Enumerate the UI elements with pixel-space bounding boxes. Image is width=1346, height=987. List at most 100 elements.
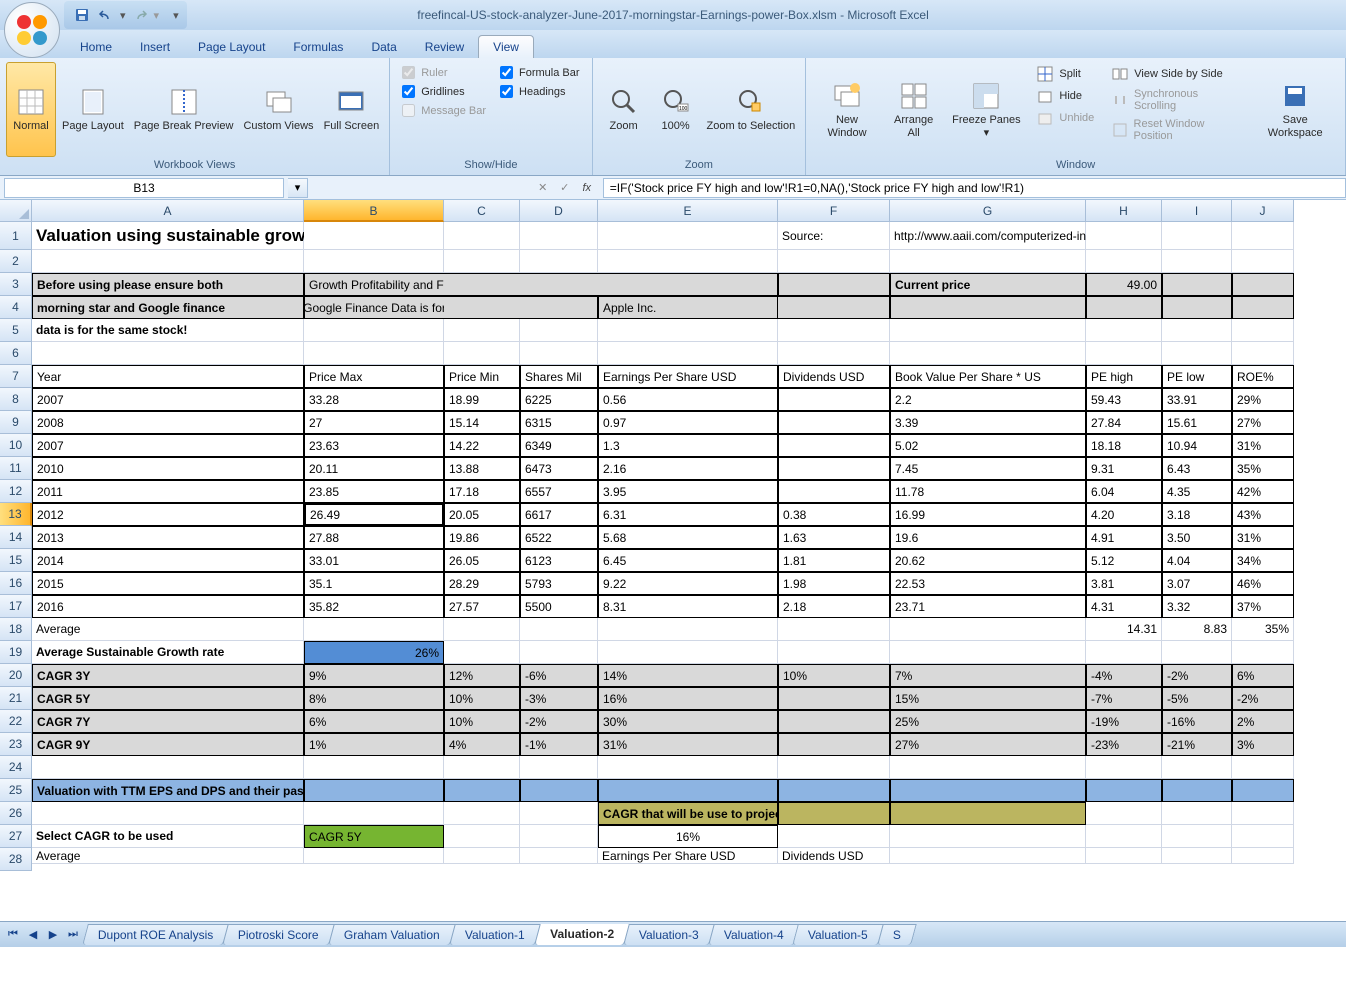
cell-J11[interactable]: 35% (1232, 457, 1294, 480)
cell-G7[interactable]: Book Value Per Share * US (890, 365, 1086, 388)
row-header-12[interactable]: 12 (0, 480, 32, 503)
zoom-button[interactable]: Zoom (599, 62, 649, 157)
cell-F13[interactable]: 0.38 (778, 503, 890, 526)
cell-A19[interactable]: Average Sustainable Growth rate (32, 641, 304, 664)
hide-button[interactable]: Hide (1031, 86, 1100, 106)
cell-A22[interactable]: CAGR 7Y (32, 710, 304, 733)
cell-A20[interactable]: CAGR 3Y (32, 664, 304, 687)
freeze-panes-button[interactable]: Freeze Panes ▾ (945, 62, 1027, 157)
cell-I7[interactable]: PE low (1162, 365, 1232, 388)
cell-E10[interactable]: 1.3 (598, 434, 778, 457)
cell-C6[interactable] (444, 342, 520, 365)
cell-D21[interactable]: -3% (520, 687, 598, 710)
cell-D26[interactable] (520, 802, 598, 825)
cell-A6[interactable] (32, 342, 304, 365)
cell-A4[interactable]: morning star and Google finance (32, 296, 304, 319)
cell-J16[interactable]: 46% (1232, 572, 1294, 595)
cell-B6[interactable] (304, 342, 444, 365)
page-break-button[interactable]: Page Break Preview (130, 62, 238, 157)
sheet-tab-s[interactable]: S (877, 924, 917, 945)
cell-A8[interactable]: 2007 (32, 388, 304, 411)
cell-D20[interactable]: -6% (520, 664, 598, 687)
cell-I3[interactable] (1162, 273, 1232, 296)
row-header-11[interactable]: 11 (0, 457, 32, 480)
cell-E12[interactable]: 3.95 (598, 480, 778, 503)
row-header-1[interactable]: 1 (0, 222, 32, 250)
cell-J8[interactable]: 29% (1232, 388, 1294, 411)
cell-H3[interactable]: 49.00 (1086, 273, 1162, 296)
cell-A17[interactable]: 2016 (32, 595, 304, 618)
cell-G25[interactable] (890, 779, 1086, 802)
cell-B21[interactable]: 8% (304, 687, 444, 710)
arrange-all-button[interactable]: Arrange All (884, 62, 944, 157)
cell-H11[interactable]: 9.31 (1086, 457, 1162, 480)
tab-view[interactable]: View (478, 35, 534, 58)
cell-C27[interactable] (444, 825, 520, 848)
cell-G16[interactable]: 22.53 (890, 572, 1086, 595)
sheet-tab-graham-valuation[interactable]: Graham Valuation (328, 924, 455, 945)
cell-J24[interactable] (1232, 756, 1294, 779)
cell-E9[interactable]: 0.97 (598, 411, 778, 434)
cell-B3[interactable]: Growth Profitability and Financial Ratio… (304, 273, 444, 296)
row-header-3[interactable]: 3 (0, 273, 32, 296)
sheet-tab-valuation-3[interactable]: Valuation-3 (623, 924, 714, 945)
cell-I9[interactable]: 15.61 (1162, 411, 1232, 434)
cell-E16[interactable]: 9.22 (598, 572, 778, 595)
cell-E15[interactable]: 6.45 (598, 549, 778, 572)
cell-B16[interactable]: 35.1 (304, 572, 444, 595)
cell-C1[interactable] (444, 222, 520, 250)
cell-B8[interactable]: 33.28 (304, 388, 444, 411)
col-header-E[interactable]: E (598, 200, 778, 222)
cell-J1[interactable] (1232, 222, 1294, 250)
undo-button[interactable] (96, 5, 116, 25)
cell-E13[interactable]: 6.31 (598, 503, 778, 526)
cell-J20[interactable]: 6% (1232, 664, 1294, 687)
cell-D8[interactable]: 6225 (520, 388, 598, 411)
cell-G22[interactable]: 25% (890, 710, 1086, 733)
gridlines-checkbox[interactable]: Gridlines (402, 85, 486, 98)
cell-J3[interactable] (1232, 273, 1294, 296)
cell-B18[interactable] (304, 618, 444, 641)
side-by-side-button[interactable]: View Side by Side (1106, 64, 1247, 84)
row-header-4[interactable]: 4 (0, 296, 32, 319)
cell-C19[interactable] (444, 641, 520, 664)
cell-C16[interactable]: 28.29 (444, 572, 520, 595)
cell-F10[interactable] (778, 434, 890, 457)
cell-D13[interactable]: 6617 (520, 503, 598, 526)
cell-G15[interactable]: 20.62 (890, 549, 1086, 572)
cell-J23[interactable]: 3% (1232, 733, 1294, 756)
cell-A18[interactable]: Average (32, 618, 304, 641)
row-header-24[interactable]: 24 (0, 756, 32, 779)
cell-C22[interactable]: 10% (444, 710, 520, 733)
tab-page-layout[interactable]: Page Layout (184, 36, 279, 58)
cell-H9[interactable]: 27.84 (1086, 411, 1162, 434)
cell-F7[interactable]: Dividends USD (778, 365, 890, 388)
sheet-nav-next[interactable]: ▶ (44, 926, 62, 944)
cell-H28[interactable] (1086, 848, 1162, 864)
cell-G17[interactable]: 23.71 (890, 595, 1086, 618)
cell-C2[interactable] (444, 250, 520, 273)
cell-E24[interactable] (598, 756, 778, 779)
cell-D19[interactable] (520, 641, 598, 664)
cell-I22[interactable]: -16% (1162, 710, 1232, 733)
cell-I24[interactable] (1162, 756, 1232, 779)
cell-B17[interactable]: 35.82 (304, 595, 444, 618)
cell-J19[interactable] (1232, 641, 1294, 664)
cell-B4[interactable]: Google Finance Data is for (304, 296, 444, 319)
cell-F20[interactable]: 10% (778, 664, 890, 687)
row-header-8[interactable]: 8 (0, 388, 32, 411)
cell-H19[interactable] (1086, 641, 1162, 664)
undo-dropdown[interactable]: ▾ (120, 9, 126, 22)
cell-G28[interactable] (890, 848, 1086, 864)
cell-J14[interactable]: 31% (1232, 526, 1294, 549)
cell-F5[interactable] (778, 319, 890, 342)
col-header-C[interactable]: C (444, 200, 520, 222)
row-header-27[interactable]: 27 (0, 825, 32, 848)
cell-F25[interactable] (778, 779, 890, 802)
cell-G21[interactable]: 15% (890, 687, 1086, 710)
save-workspace-button[interactable]: Save Workspace (1251, 62, 1339, 157)
cell-F16[interactable]: 1.98 (778, 572, 890, 595)
cell-G12[interactable]: 11.78 (890, 480, 1086, 503)
cell-G26[interactable] (890, 802, 1086, 825)
cell-B15[interactable]: 33.01 (304, 549, 444, 572)
